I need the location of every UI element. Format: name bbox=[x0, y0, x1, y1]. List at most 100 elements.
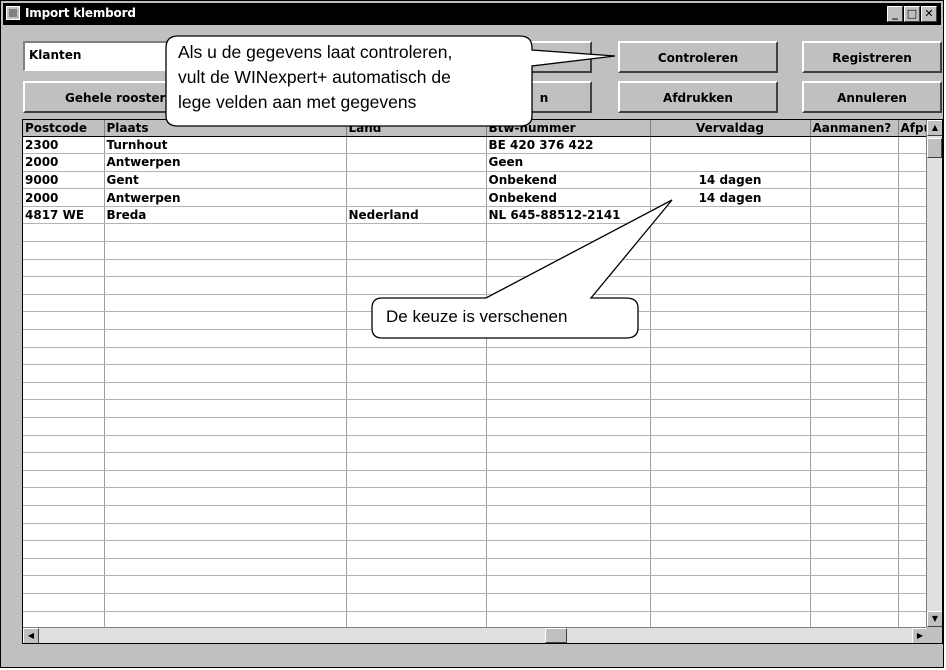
cell-plaats[interactable]: Antwerpen bbox=[104, 153, 347, 172]
cell-empty[interactable] bbox=[23, 435, 105, 454]
cell-btw[interactable]: NL 645-88512-2141 bbox=[486, 206, 651, 225]
table-row-empty[interactable] bbox=[23, 223, 936, 243]
vertical-scroll-thumb[interactable] bbox=[927, 138, 942, 158]
cell-plaats[interactable]: Antwerpen bbox=[104, 188, 347, 207]
cell-empty[interactable] bbox=[486, 523, 651, 542]
cell-empty[interactable] bbox=[650, 417, 811, 436]
table-row-empty[interactable] bbox=[23, 575, 936, 594]
cell-empty[interactable] bbox=[810, 276, 899, 295]
cell-empty[interactable] bbox=[23, 452, 105, 471]
cell-empty[interactable] bbox=[104, 347, 347, 366]
cell-empty[interactable] bbox=[23, 593, 105, 612]
table-row-empty[interactable] bbox=[23, 593, 936, 612]
cell-empty[interactable] bbox=[486, 540, 651, 559]
table-row-empty[interactable] bbox=[23, 329, 936, 348]
cell-empty[interactable] bbox=[104, 558, 347, 577]
cell-land[interactable] bbox=[346, 188, 487, 207]
cell-empty[interactable] bbox=[810, 435, 899, 454]
cell-empty[interactable] bbox=[23, 347, 105, 366]
table-row-empty[interactable] bbox=[23, 523, 936, 542]
cell-empty[interactable] bbox=[346, 611, 487, 630]
cell-empty[interactable] bbox=[486, 347, 651, 366]
cell-empty[interactable] bbox=[810, 470, 899, 489]
cell-empty[interactable] bbox=[346, 276, 487, 295]
cell-empty[interactable] bbox=[346, 505, 487, 524]
cell-empty[interactable] bbox=[346, 329, 487, 348]
table-row-empty[interactable] bbox=[23, 505, 936, 524]
cell-empty[interactable] bbox=[810, 417, 899, 436]
table-row-empty[interactable] bbox=[23, 399, 936, 418]
cell-empty[interactable] bbox=[346, 575, 487, 594]
cell-vervaldag[interactable] bbox=[650, 206, 811, 225]
cell-empty[interactable] bbox=[650, 505, 811, 524]
cell-empty[interactable] bbox=[650, 259, 811, 278]
cell-empty[interactable] bbox=[810, 311, 899, 331]
cell-empty[interactable] bbox=[486, 558, 651, 577]
cell-empty[interactable] bbox=[486, 399, 651, 418]
table-select[interactable]: Klanten bbox=[23, 41, 173, 71]
cell-empty[interactable] bbox=[486, 611, 651, 630]
cell-empty[interactable] bbox=[104, 611, 347, 630]
table-row-empty[interactable] bbox=[23, 487, 936, 506]
cell-empty[interactable] bbox=[23, 611, 105, 630]
cell-empty[interactable] bbox=[104, 382, 347, 401]
horizontal-scrollbar[interactable]: ◀ ▶ bbox=[23, 627, 928, 643]
table-row-empty[interactable] bbox=[23, 417, 936, 436]
cell-empty[interactable] bbox=[104, 259, 347, 278]
cell-aanmanen[interactable] bbox=[810, 171, 899, 190]
cell-land[interactable] bbox=[346, 136, 487, 155]
cell-empty[interactable] bbox=[23, 558, 105, 577]
cell-empty[interactable] bbox=[810, 575, 899, 594]
table-row-empty[interactable] bbox=[23, 364, 936, 383]
cell-empty[interactable] bbox=[486, 435, 651, 454]
horizontal-scroll-thumb[interactable] bbox=[545, 628, 567, 643]
cell-empty[interactable] bbox=[104, 294, 347, 313]
table-row-empty[interactable] bbox=[23, 382, 936, 401]
cell-empty[interactable] bbox=[650, 558, 811, 577]
cell-empty[interactable] bbox=[650, 241, 811, 260]
cell-empty[interactable] bbox=[650, 593, 811, 612]
cell-empty[interactable] bbox=[346, 452, 487, 471]
cell-empty[interactable] bbox=[346, 487, 487, 506]
cell-empty[interactable] bbox=[810, 382, 899, 401]
cell-empty[interactable] bbox=[23, 223, 105, 243]
cell-empty[interactable] bbox=[810, 399, 899, 418]
cell-empty[interactable] bbox=[810, 294, 899, 313]
title-bar[interactable]: Import klembord _ □ ✕ bbox=[3, 3, 941, 25]
cell-empty[interactable] bbox=[810, 259, 899, 278]
registreren-button[interactable]: Registreren bbox=[802, 41, 942, 73]
cell-empty[interactable] bbox=[104, 435, 347, 454]
col-header-aanmanen[interactable]: Aanmanen? bbox=[810, 120, 899, 137]
cell-land[interactable] bbox=[346, 153, 487, 172]
cell-empty[interactable] bbox=[810, 558, 899, 577]
cell-empty[interactable] bbox=[810, 523, 899, 542]
cell-empty[interactable] bbox=[104, 593, 347, 612]
cell-empty[interactable] bbox=[23, 540, 105, 559]
cell-postcode[interactable]: 4817 WE bbox=[23, 206, 105, 225]
cell-empty[interactable] bbox=[104, 329, 347, 348]
col-header-vervaldag[interactable]: Vervaldag bbox=[650, 120, 811, 137]
cell-land[interactable] bbox=[346, 171, 487, 190]
cell-empty[interactable] bbox=[104, 311, 347, 331]
cell-vervaldag[interactable] bbox=[650, 136, 811, 155]
cell-empty[interactable] bbox=[810, 540, 899, 559]
table-row-empty[interactable] bbox=[23, 241, 936, 260]
cell-empty[interactable] bbox=[486, 593, 651, 612]
scroll-up-button[interactable]: ▲ bbox=[927, 120, 942, 136]
cell-postcode[interactable]: 9000 bbox=[23, 171, 105, 190]
minimize-button[interactable]: _ bbox=[887, 6, 903, 22]
col-header-postcode[interactable]: Postcode bbox=[23, 120, 105, 137]
table-row-empty[interactable] bbox=[23, 558, 936, 577]
table-row[interactable]: 4817 WE Breda Nederland NL 645-88512-2141 bbox=[23, 206, 936, 225]
cell-empty[interactable] bbox=[104, 540, 347, 559]
cell-empty[interactable] bbox=[23, 575, 105, 594]
app-icon[interactable] bbox=[6, 6, 20, 20]
cell-aanmanen[interactable] bbox=[810, 206, 899, 225]
cell-vervaldag[interactable]: 14 dagen bbox=[650, 171, 811, 190]
cell-empty[interactable] bbox=[346, 259, 487, 278]
cell-empty[interactable] bbox=[486, 382, 651, 401]
cell-empty[interactable] bbox=[23, 382, 105, 401]
cell-empty[interactable] bbox=[810, 241, 899, 260]
cell-empty[interactable] bbox=[486, 417, 651, 436]
cell-plaats[interactable]: Turnhout bbox=[104, 136, 347, 155]
